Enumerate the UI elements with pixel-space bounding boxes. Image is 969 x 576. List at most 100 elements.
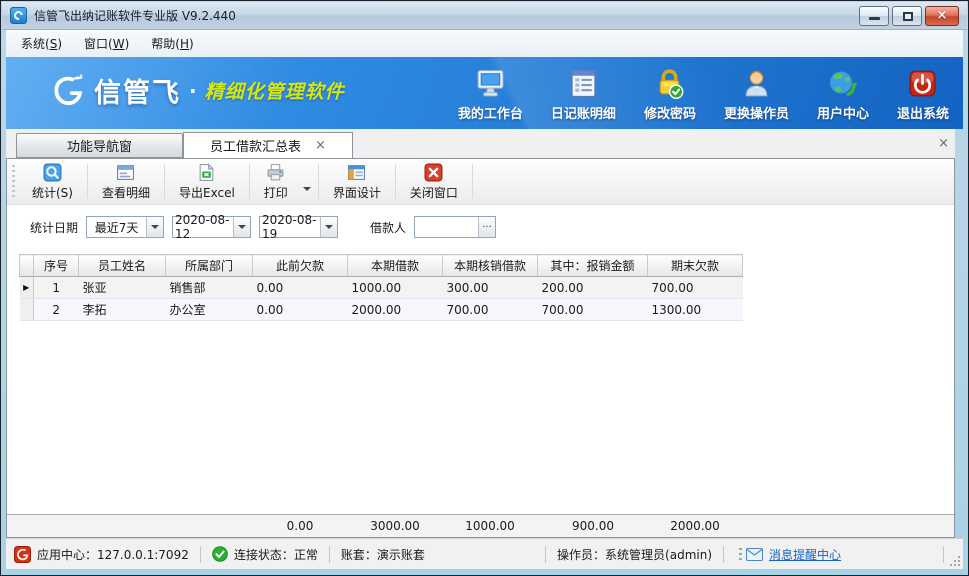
date-from-combo[interactable]: 2020-08-12	[172, 216, 251, 238]
menu-help[interactable]: 帮助(H)	[140, 32, 204, 55]
grid-header-row: 序号 员工姓名 所属部门 此前欠款 本期借款 本期核销借款 其中：报销金额 期末…	[20, 255, 743, 277]
operator-status: 操作员：系统管理员(admin)	[557, 546, 712, 563]
workbench-button[interactable]: 我的工作台	[456, 57, 525, 129]
borrower-browse-button[interactable]: ···	[478, 217, 495, 237]
toolbar-separator	[249, 164, 250, 199]
column-header[interactable]: 其中：报销金额	[538, 255, 648, 277]
date-filter-label: 统计日期	[30, 219, 78, 236]
message-center-item[interactable]: 消息提醒中心	[746, 546, 841, 563]
combo-dropdown-icon[interactable]	[146, 217, 163, 237]
view-detail-button[interactable]: 查看明细	[89, 159, 163, 204]
minimize-button[interactable]	[859, 6, 889, 26]
column-header[interactable]: 此前欠款	[253, 255, 348, 277]
brand-separator: ·	[189, 79, 197, 103]
data-grid: 序号 员工姓名 所属部门 此前欠款 本期借款 本期核销借款 其中：报销金额 期末…	[7, 248, 954, 321]
envelope-icon	[746, 548, 763, 561]
table-row[interactable]: ▶ 1 张亚 销售部 0.00 1000.00 300.00 200.00 70…	[20, 277, 743, 299]
column-header[interactable]: 本期核销借款	[443, 255, 538, 277]
statusbar-separator	[545, 546, 546, 563]
message-center-link[interactable]: 消息提醒中心	[769, 546, 841, 563]
column-header[interactable]: 期末欠款	[648, 255, 743, 277]
statusbar-separator	[723, 546, 724, 563]
date-preset-combo[interactable]: 最近7天	[86, 216, 164, 238]
borrower-input[interactable]	[415, 217, 478, 237]
statusbar-separator	[200, 546, 201, 563]
toolbar-separator	[87, 164, 88, 199]
user-center-globe-icon	[826, 67, 859, 100]
summary-prior-debt: 0.00	[287, 519, 314, 533]
resize-grip[interactable]	[948, 554, 960, 566]
column-header[interactable]: 本期借款	[348, 255, 443, 277]
user-center-button[interactable]: 用户中心	[815, 57, 871, 129]
tab-strip: 功能导航窗 员工借款汇总表 × ×	[6, 129, 955, 158]
tab-function-nav[interactable]: 功能导航窗	[16, 133, 183, 158]
toolbar-separator	[472, 164, 473, 199]
export-excel-button[interactable]: 导出Excel	[166, 159, 248, 204]
journal-detail-button[interactable]: 日记账明细	[549, 57, 618, 129]
filter-row: 统计日期 最近7天 2020-08-12 2020-08-19 借款人 ···	[7, 206, 954, 248]
close-window-icon	[424, 163, 443, 182]
print-button[interactable]: 打印	[251, 159, 301, 204]
change-password-lock-icon	[653, 67, 686, 100]
tab-close-icon[interactable]: ×	[315, 139, 326, 152]
menu-system[interactable]: 系统(S)	[10, 32, 73, 55]
app-center-icon	[14, 546, 31, 563]
window-bottom-edge	[2, 569, 967, 574]
brand-slogan: 精细化管理软件	[205, 77, 345, 104]
date-to-combo[interactable]: 2020-08-19	[259, 216, 338, 238]
window-title: 信管飞出纳记账软件专业版 V9.2.440	[34, 7, 236, 24]
summary-period-loan: 3000.00	[370, 519, 420, 533]
account-set-status: 账套：演示账套	[341, 546, 425, 563]
print-dropdown-icon[interactable]	[303, 187, 311, 191]
tabstrip-close-icon[interactable]: ×	[938, 136, 949, 151]
status-bar: 应用中心：127.0.0.1:7092 连接状态：正常 账套：演示账套 操作员：…	[6, 538, 963, 569]
banner: 信管飞 · 精细化管理软件 我的工作台	[6, 57, 963, 129]
toolbar-grip[interactable]	[12, 165, 15, 198]
banner-actions: 我的工作台 日记账明细	[456, 57, 951, 129]
toolbar-separator	[164, 164, 165, 199]
current-row-marker: ▶	[20, 277, 34, 299]
summary-reimbursed: 900.00	[572, 519, 614, 533]
change-password-button[interactable]: 修改密码	[642, 57, 698, 129]
menu-bar: 系统(S) 窗口(W) 帮助(H)	[6, 30, 963, 57]
exit-system-button[interactable]: 退出系统	[895, 57, 951, 129]
switch-operator-button[interactable]: 更换操作员	[722, 57, 791, 129]
maximize-button[interactable]	[892, 6, 922, 26]
title-bar: 信管飞出纳记账软件专业版 V9.2.440 ×	[2, 2, 967, 30]
combo-dropdown-icon[interactable]	[320, 217, 337, 237]
app-window: 信管飞出纳记账软件专业版 V9.2.440 × 系统(S) 窗口(W) 帮助(H…	[0, 0, 969, 576]
print-icon	[266, 163, 285, 182]
report-toolbar: 统计(S) 查看明细 导出Excel	[7, 159, 954, 205]
tab-employee-loan-report[interactable]: 员工借款汇总表 ×	[183, 132, 353, 158]
maximize-icon	[903, 12, 913, 21]
column-header[interactable]: 员工姓名	[79, 255, 166, 277]
report-panel: 统计(S) 查看明细 导出Excel	[6, 158, 955, 538]
app-center-status: 应用中心：127.0.0.1:7092	[14, 546, 189, 563]
statusbar-drag-handle	[739, 548, 742, 560]
column-header[interactable]: 序号	[34, 255, 79, 277]
app-logo-icon	[10, 7, 27, 24]
close-button[interactable]: ×	[925, 6, 959, 26]
statistics-icon	[43, 163, 62, 182]
journal-ledger-icon	[567, 67, 600, 100]
close-icon: ×	[926, 7, 958, 25]
borrower-filter-label: 借款人	[370, 219, 406, 236]
table-row[interactable]: 2 李拓 办公室 0.00 2000.00 700.00 700.00 1300…	[20, 299, 743, 321]
column-header[interactable]: 所属部门	[166, 255, 253, 277]
close-window-button[interactable]: 关闭窗口	[397, 159, 471, 204]
menu-window[interactable]: 窗口(W)	[73, 32, 140, 55]
statistics-button[interactable]: 统计(S)	[19, 159, 86, 204]
connection-ok-icon	[212, 546, 228, 562]
toolbar-separator	[318, 164, 319, 199]
combo-dropdown-icon[interactable]	[233, 217, 250, 237]
statusbar-separator	[329, 546, 330, 563]
borrower-lookup-field: ···	[414, 216, 496, 238]
switch-operator-user-icon	[740, 67, 773, 100]
workbench-monitor-icon	[474, 67, 507, 100]
exit-power-icon	[906, 67, 939, 100]
brand-name: 信管飞	[94, 71, 181, 110]
export-excel-icon	[197, 163, 216, 182]
ui-design-button[interactable]: 界面设计	[320, 159, 394, 204]
row-selector-header	[20, 255, 34, 277]
statusbar-separator	[943, 546, 944, 563]
